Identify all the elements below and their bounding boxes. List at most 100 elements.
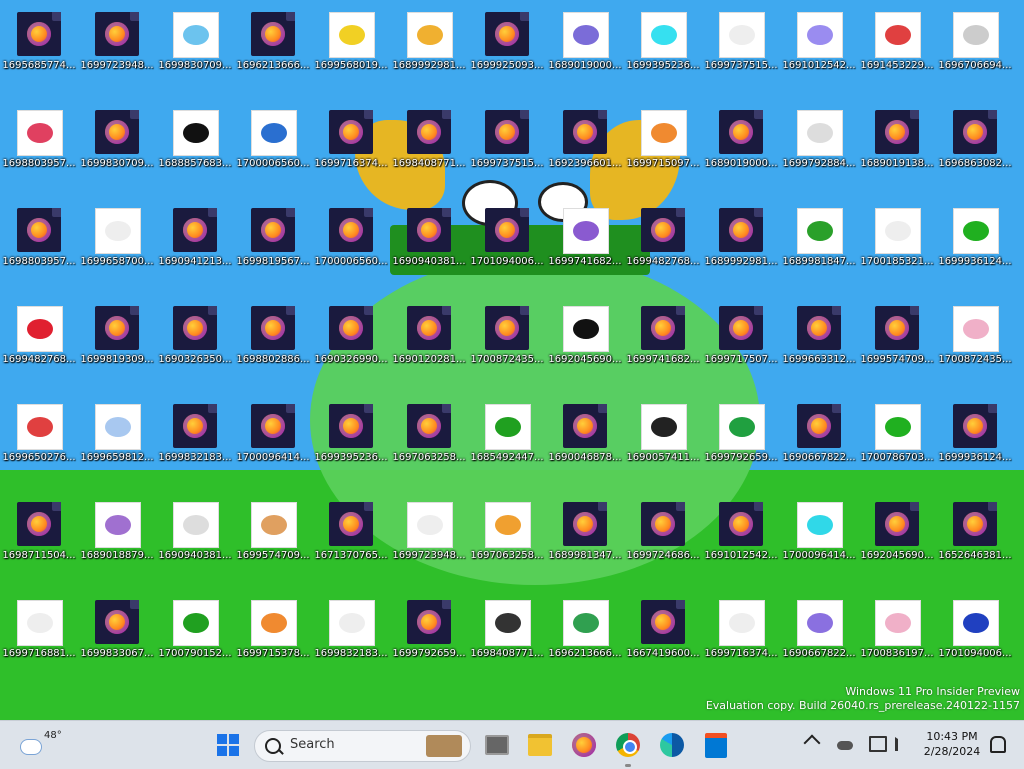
start-button[interactable] bbox=[212, 729, 244, 761]
desktop-icon[interactable]: 1699663312... bbox=[780, 300, 858, 380]
chrome-button[interactable] bbox=[612, 729, 644, 761]
desktop-icon[interactable]: 1690046878... bbox=[546, 398, 624, 478]
desktop-icon[interactable]: 1699715378... bbox=[234, 594, 312, 674]
desktop-icon[interactable]: 1698803957... bbox=[0, 202, 78, 282]
desktop-icon[interactable]: 1690667822... bbox=[780, 398, 858, 478]
desktop-icon[interactable]: 1689992981... bbox=[390, 6, 468, 86]
task-view-button[interactable] bbox=[481, 729, 513, 761]
firefox-button[interactable] bbox=[568, 729, 600, 761]
weather-widget[interactable]: 48° bbox=[18, 729, 62, 761]
desktop-icon[interactable]: 1697063258... bbox=[390, 398, 468, 478]
desktop-icon[interactable]: 1698711504... bbox=[0, 496, 78, 576]
desktop-icon[interactable]: 1699741682... bbox=[546, 202, 624, 282]
desktop-icon[interactable]: 1700790152... bbox=[156, 594, 234, 674]
desktop-icon[interactable]: 1699819567... bbox=[234, 202, 312, 282]
desktop-icon[interactable]: 1690326990... bbox=[312, 300, 390, 380]
desktop-icon[interactable]: 1667419600... bbox=[624, 594, 702, 674]
desktop-icon[interactable]: 1698408771... bbox=[390, 104, 468, 184]
desktop-icon[interactable]: 1699716881... bbox=[0, 594, 78, 674]
desktop-icon[interactable]: 1691453229... bbox=[858, 6, 936, 86]
desktop-icon[interactable]: 1698802886... bbox=[234, 300, 312, 380]
desktop-icon[interactable]: 1689019000... bbox=[702, 104, 780, 184]
desktop-icon[interactable]: 1689992981... bbox=[702, 202, 780, 282]
desktop-icon[interactable]: 1699936124... bbox=[936, 202, 1014, 282]
desktop-icon[interactable]: 1696863082... bbox=[936, 104, 1014, 184]
desktop-icon[interactable]: 1690940381... bbox=[390, 202, 468, 282]
desktop-icon[interactable]: 1699830709... bbox=[156, 6, 234, 86]
file-explorer-button[interactable] bbox=[524, 729, 556, 761]
desktop-icon[interactable]: 1699724686... bbox=[624, 496, 702, 576]
desktop-icon[interactable]: 1699830709... bbox=[78, 104, 156, 184]
edge-button[interactable] bbox=[656, 729, 688, 761]
desktop-icon[interactable]: 1696213666... bbox=[546, 594, 624, 674]
desktop-icon[interactable]: 1699741682... bbox=[624, 300, 702, 380]
desktop-icon[interactable]: 1690667822... bbox=[780, 594, 858, 674]
desktop-icon[interactable]: 1699792659... bbox=[390, 594, 468, 674]
desktop-icon[interactable]: 1689981347... bbox=[546, 496, 624, 576]
desktop-icon[interactable]: 1652646381... bbox=[936, 496, 1014, 576]
store-button[interactable] bbox=[700, 729, 732, 761]
desktop-icon[interactable]: 1699482768... bbox=[0, 300, 78, 380]
desktop-icon[interactable]: 1699715097... bbox=[624, 104, 702, 184]
desktop-icon[interactable]: 1699574709... bbox=[858, 300, 936, 380]
desktop-icon[interactable]: 1700185321... bbox=[858, 202, 936, 282]
desktop-icon[interactable]: 1699716374... bbox=[312, 104, 390, 184]
onedrive-cloud-icon[interactable] bbox=[837, 741, 853, 750]
desktop-icon[interactable]: 1697063258... bbox=[468, 496, 546, 576]
desktop-icon[interactable]: 1699574709... bbox=[234, 496, 312, 576]
desktop-icon[interactable]: 1699936124... bbox=[936, 398, 1014, 478]
desktop-icon[interactable]: 1701094006... bbox=[468, 202, 546, 282]
desktop[interactable]: 1695685774... 1699723948... 1699830709... 1… bbox=[0, 0, 1024, 720]
desktop-icon[interactable]: 1690057411... bbox=[624, 398, 702, 478]
desktop-icon[interactable]: 1699659812... bbox=[78, 398, 156, 478]
desktop-icon[interactable]: 1689018879... bbox=[78, 496, 156, 576]
desktop-icon[interactable]: 1699716374... bbox=[702, 594, 780, 674]
desktop-icon[interactable]: 1698803957... bbox=[0, 104, 78, 184]
desktop-icon[interactable]: 1691012542... bbox=[780, 6, 858, 86]
desktop-icon[interactable]: 1688857683... bbox=[156, 104, 234, 184]
desktop-icon[interactable]: 1698408771... bbox=[468, 594, 546, 674]
desktop-icon[interactable]: 1700096414... bbox=[234, 398, 312, 478]
desktop-icon[interactable]: 1699737515... bbox=[702, 6, 780, 86]
desktop-icon[interactable]: 1699482768... bbox=[624, 202, 702, 282]
desktop-icon[interactable]: 1696213666... bbox=[234, 6, 312, 86]
desktop-icon[interactable]: 1699832183... bbox=[156, 398, 234, 478]
desktop-icon[interactable]: 1699395236... bbox=[312, 398, 390, 478]
network-icon[interactable] bbox=[869, 736, 887, 752]
desktop-icon[interactable]: 1700786703... bbox=[858, 398, 936, 478]
desktop-icon[interactable]: 1700836197... bbox=[858, 594, 936, 674]
desktop-icon[interactable]: 1692045690... bbox=[858, 496, 936, 576]
desktop-icon[interactable]: 1690120281... bbox=[390, 300, 468, 380]
desktop-icon[interactable]: 1690941213... bbox=[156, 202, 234, 282]
desktop-icon[interactable]: 1689019000... bbox=[546, 6, 624, 86]
desktop-icon[interactable]: 1689981847... bbox=[780, 202, 858, 282]
desktop-icon[interactable]: 1691012542... bbox=[702, 496, 780, 576]
desktop-icon[interactable]: 1700006560... bbox=[234, 104, 312, 184]
desktop-icon[interactable]: 1699792659... bbox=[702, 398, 780, 478]
desktop-icon[interactable]: 1689019138... bbox=[858, 104, 936, 184]
desktop-icon[interactable]: 1699737515... bbox=[468, 104, 546, 184]
desktop-icon[interactable]: 1699723948... bbox=[78, 6, 156, 86]
desktop-icon[interactable]: 1699658700... bbox=[78, 202, 156, 282]
system-clock[interactable]: 10:43 PM 2/28/2024 bbox=[918, 729, 986, 759]
desktop-icon[interactable]: 1690940381... bbox=[156, 496, 234, 576]
desktop-icon[interactable]: 1695685774... bbox=[0, 6, 78, 86]
desktop-icon[interactable]: 1699568019... bbox=[312, 6, 390, 86]
desktop-icon[interactable]: 1692045690... bbox=[546, 300, 624, 380]
desktop-icon[interactable]: 1700096414... bbox=[780, 496, 858, 576]
show-hidden-icons-chevron-icon[interactable] bbox=[803, 734, 821, 752]
desktop-icon[interactable]: 1692396601... bbox=[546, 104, 624, 184]
desktop-icon[interactable]: 1701094006... bbox=[936, 594, 1014, 674]
desktop-icon[interactable]: 1696706694... bbox=[936, 6, 1014, 86]
desktop-icon[interactable]: 1699395236... bbox=[624, 6, 702, 86]
desktop-icon[interactable]: 1699717507... bbox=[702, 300, 780, 380]
desktop-icon[interactable]: 1699792884... bbox=[780, 104, 858, 184]
desktop-icon[interactable]: 1699723948... bbox=[390, 496, 468, 576]
desktop-icon[interactable]: 1699833067... bbox=[78, 594, 156, 674]
desktop-icon[interactable]: 1700006560... bbox=[312, 202, 390, 282]
desktop-icon[interactable]: 1671370765... bbox=[312, 496, 390, 576]
desktop-icon[interactable]: 1699832183... bbox=[312, 594, 390, 674]
desktop-icon[interactable]: 1700872435... bbox=[468, 300, 546, 380]
desktop-icon[interactable]: 1690326350... bbox=[156, 300, 234, 380]
volume-muted-icon[interactable] bbox=[895, 737, 910, 751]
